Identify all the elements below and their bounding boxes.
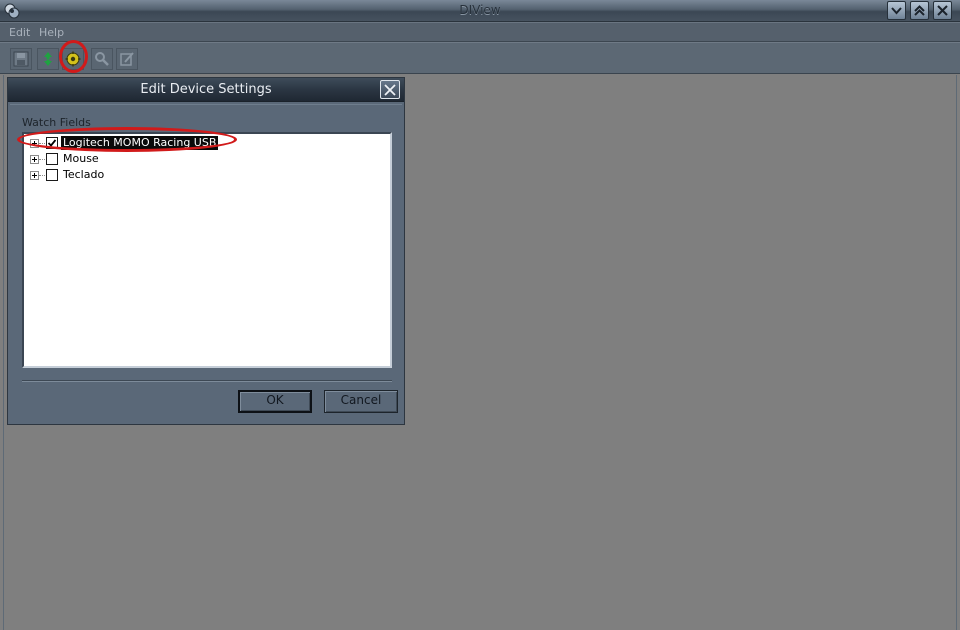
edit-button[interactable] (116, 48, 138, 70)
toolbar (0, 42, 960, 74)
dialog-separator (22, 380, 392, 382)
tree-item-teclado[interactable]: Teclado (28, 167, 368, 183)
dialog-title: Edit Device Settings (140, 82, 272, 97)
annotation-oval-device (17, 127, 237, 152)
edit-icon (120, 52, 134, 66)
device-checkbox[interactable] (46, 169, 58, 181)
chevron-down-icon (891, 7, 902, 15)
dialog-body: Watch Fields Logitech MOMO Racing USB Mo… (10, 104, 402, 422)
menu-help[interactable]: Help (39, 26, 64, 39)
refresh-arrows-icon (44, 52, 52, 66)
double-chevron-up-icon (914, 5, 925, 16)
device-label[interactable]: Mouse (61, 152, 101, 166)
magnifier-icon (95, 52, 109, 66)
close-window-button[interactable] (933, 1, 952, 20)
expand-icon[interactable] (30, 171, 39, 180)
window-title: DIView (459, 3, 501, 17)
menu-edit[interactable]: Edit (9, 26, 30, 39)
minimize-button[interactable] (887, 1, 906, 20)
save-icon (13, 51, 29, 67)
maximize-button[interactable] (910, 1, 929, 20)
close-icon (937, 5, 948, 16)
inspect-button[interactable] (91, 48, 113, 70)
refresh-button[interactable] (37, 48, 59, 70)
annotation-circle-toolbar (59, 40, 88, 73)
tree-connector (39, 175, 45, 176)
save-button[interactable] (10, 48, 32, 70)
watch-fields-label: Watch Fields (22, 116, 91, 129)
window-title-bar[interactable]: DIView (0, 0, 960, 22)
cancel-button[interactable]: Cancel (324, 390, 398, 413)
close-icon (384, 84, 396, 96)
tree-item-mouse[interactable]: Mouse (28, 151, 368, 167)
menu-bar: Edit Help (0, 22, 960, 42)
device-label[interactable]: Teclado (61, 168, 106, 182)
ok-button[interactable]: OK (238, 390, 312, 413)
expand-icon[interactable] (30, 155, 39, 164)
dialog-title-bar[interactable]: Edit Device Settings (8, 78, 404, 102)
dialog-close-button[interactable] (380, 80, 400, 99)
device-tree[interactable]: Logitech MOMO Racing USB Mouse Teclado (22, 132, 392, 368)
tree-connector (39, 159, 45, 160)
device-checkbox[interactable] (46, 153, 58, 165)
